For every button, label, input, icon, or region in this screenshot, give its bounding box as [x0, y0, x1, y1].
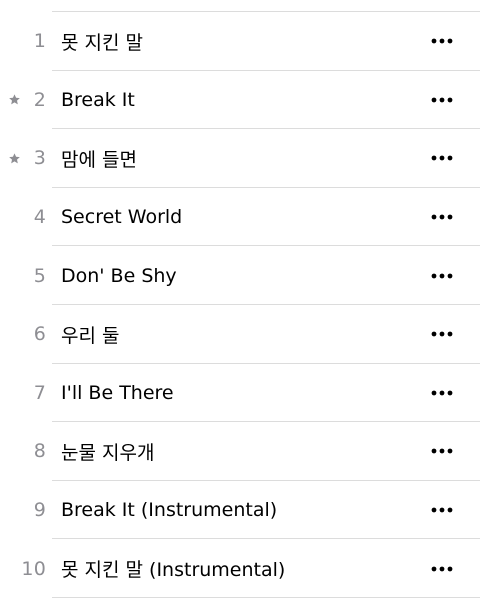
more-options-button[interactable] [428, 29, 456, 53]
track-number: 7 [33, 381, 46, 404]
more-icon [431, 566, 453, 572]
more-icon [431, 273, 453, 279]
more-icon [431, 507, 453, 513]
track-title: I'll Be There [61, 381, 174, 404]
track-title: 못 지킨 말 [61, 31, 143, 54]
track-number: 5 [33, 264, 46, 287]
track-title: Break It [61, 88, 135, 111]
more-icon [431, 448, 453, 454]
track-row[interactable]: 2 Break It [0, 71, 480, 130]
more-options-button[interactable] [428, 498, 456, 522]
track-row[interactable]: 5 Don' Be Shy [0, 246, 480, 305]
track-number: 6 [33, 323, 46, 346]
track-number: 9 [33, 499, 46, 522]
track-number: 2 [33, 88, 46, 111]
track-row[interactable]: 6 우리 둘 [0, 305, 480, 364]
track-number: 1 [33, 30, 46, 53]
more-options-button[interactable] [428, 557, 456, 581]
more-icon [431, 331, 453, 337]
track-row[interactable]: 1 못 지킨 말 [0, 12, 480, 71]
more-icon [431, 214, 453, 220]
track-title: 눈물 지우개 [61, 441, 155, 464]
more-options-button[interactable] [428, 322, 456, 346]
more-icon [431, 38, 453, 44]
track-title: Break It (Instrumental) [61, 499, 278, 522]
track-row[interactable]: 10 못 지킨 말 (Instrumental) [0, 539, 480, 598]
track-number: 10 [21, 557, 46, 580]
track-title: 못 지킨 말 (Instrumental) [61, 559, 286, 582]
track-number: 3 [33, 147, 46, 170]
track-title: 우리 둘 [61, 324, 120, 347]
more-options-button[interactable] [428, 88, 456, 112]
more-options-button[interactable] [428, 381, 456, 405]
more-icon [431, 97, 453, 103]
track-number: 4 [33, 206, 46, 229]
more-icon [431, 155, 453, 161]
track-row[interactable]: 9 Break It (Instrumental) [0, 481, 480, 540]
track-title: 맘에 들면 [61, 148, 137, 171]
more-options-button[interactable] [428, 264, 456, 288]
track-title: Secret World [61, 206, 183, 229]
more-options-button[interactable] [428, 205, 456, 229]
more-options-button[interactable] [428, 146, 456, 170]
track-title: Don' Be Shy [61, 264, 177, 287]
track-row[interactable]: 8 눈물 지우개 [0, 422, 480, 481]
track-row[interactable]: 4 Secret World [0, 188, 480, 247]
track-row[interactable]: 3 맘에 들면 [0, 129, 480, 188]
more-icon [431, 390, 453, 396]
track-number: 8 [33, 440, 46, 463]
more-options-button[interactable] [428, 439, 456, 463]
track-row[interactable]: 7 I'll Be There [0, 364, 480, 423]
track-list: 1 못 지킨 말 2 Break It 3 맘에 들면 4 Secret Wor… [0, 12, 480, 598]
